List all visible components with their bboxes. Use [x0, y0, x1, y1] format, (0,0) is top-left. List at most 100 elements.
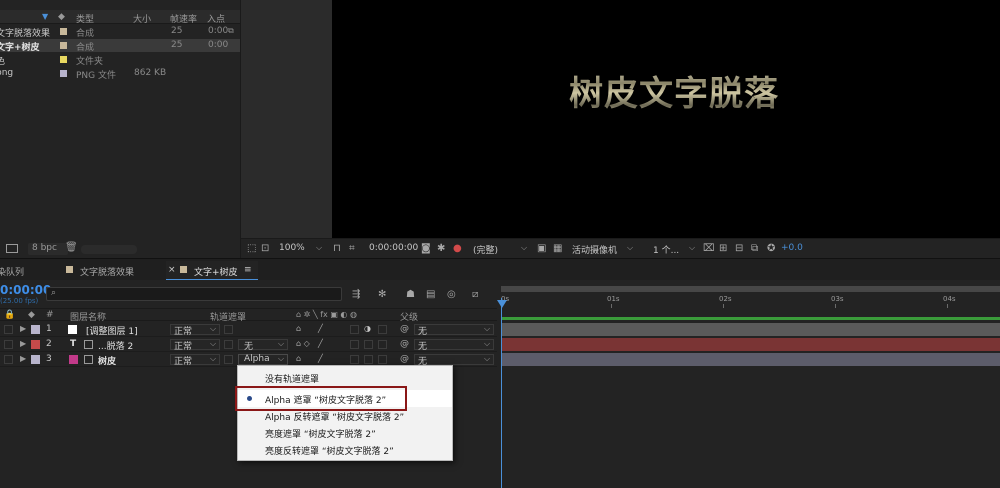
quality-switch-icon[interactable]: ╱	[318, 324, 323, 333]
transparency-grid-icon[interactable]: ▦	[553, 243, 562, 254]
snapshot-icon[interactable]: ◙	[421, 243, 431, 254]
layer-label-color[interactable]	[31, 340, 40, 349]
layer-name[interactable]: [调整图层 1]	[86, 324, 138, 337]
exposure-icon[interactable]: ✪	[767, 243, 775, 254]
playhead-handle[interactable]	[497, 300, 507, 308]
playhead-line[interactable]	[501, 298, 502, 488]
adjustment-switch-icon[interactable]: ◑	[364, 324, 371, 333]
fit-icon[interactable]: ⊓	[333, 243, 341, 254]
motion-blur-icon[interactable]: ◎	[447, 289, 456, 300]
chevron-down-icon[interactable]: ⌵	[521, 243, 527, 253]
motion-blur-switch[interactable]	[364, 355, 373, 364]
tab-render-queue[interactable]: 渲染队列	[0, 265, 24, 278]
pick-whip-icon[interactable]: @	[400, 339, 409, 349]
layer-label-color[interactable]	[31, 325, 40, 334]
column-fps[interactable]: 帧速率	[170, 12, 197, 25]
3d-switch[interactable]	[378, 325, 387, 334]
zoom-select[interactable]: 100%	[279, 243, 305, 253]
quality-switch-icon[interactable]: ╱	[318, 354, 323, 363]
chevron-down-icon[interactable]: ⌵	[627, 243, 633, 253]
layer-duration-bar[interactable]	[502, 323, 1000, 336]
layer-duration-bar[interactable]	[502, 338, 1000, 351]
chevron-down-icon[interactable]: ⌵	[689, 243, 695, 253]
pixel-aspect-icon[interactable]: ⌧	[703, 243, 715, 254]
always-preview-icon[interactable]: ⬚	[247, 243, 256, 254]
current-time[interactable]: 0:00:00:00	[369, 243, 418, 253]
preserve-transparency-switch[interactable]	[224, 325, 233, 334]
shy-switch-icon[interactable]: ⌂	[296, 354, 301, 363]
time-ruler[interactable]: 0s 01s 02s 03s 04s	[497, 286, 1000, 308]
pick-whip-icon[interactable]: @	[400, 354, 409, 364]
project-item[interactable]: 文字脱落效果 合成 25 0:00 ⧉	[0, 25, 240, 39]
visibility-switch[interactable]	[4, 325, 13, 334]
menu-item-no-matte[interactable]: 没有轨道遮罩	[238, 369, 452, 386]
draft-3d-icon[interactable]: ✻	[378, 289, 386, 300]
flowchart-icon[interactable]: ⧉	[751, 243, 758, 254]
chevron-down-icon[interactable]: ⌵	[316, 243, 322, 253]
tab-comp-1[interactable]: 文字脱落效果	[80, 265, 134, 278]
effects-switch[interactable]	[350, 325, 359, 334]
roi-icon[interactable]: ▣	[537, 243, 546, 254]
fast-previews-icon[interactable]: ⊞	[719, 243, 727, 254]
label-column-icon[interactable]: ◆	[28, 310, 35, 320]
shy-layers-icon[interactable]: ☗	[406, 289, 415, 300]
3d-switch[interactable]	[378, 355, 387, 364]
layer-label-color[interactable]	[31, 355, 40, 364]
views-select[interactable]: 1 个...	[653, 243, 679, 256]
column-type[interactable]: 类型	[76, 12, 94, 25]
safe-area-icon[interactable]: ⌗	[349, 243, 355, 254]
project-item-selected[interactable]: 文字+树皮 合成 25 0:00	[0, 39, 240, 53]
visibility-switch[interactable]	[4, 340, 13, 349]
channel-icon[interactable]: ●	[453, 243, 462, 254]
shy-switch-icon[interactable]: ⌂	[296, 324, 301, 333]
tab-comp-2[interactable]: 文字+树皮	[194, 265, 238, 278]
timeline-icon[interactable]: ⊟	[735, 243, 743, 254]
layer-row[interactable]: ▶ 2 T ...脱落 2 正常 ⌵ 无 ⌵ ⌂ ◇ ╱ @ 无 ⌵	[0, 337, 497, 352]
layer-name[interactable]: ...脱落 2	[98, 339, 133, 352]
exposure-value[interactable]: +0.0	[781, 243, 803, 253]
frame-blending-icon[interactable]: ▤	[426, 289, 435, 300]
region-icon[interactable]: ⊡	[261, 243, 269, 254]
composition-canvas[interactable]: 树皮文字脱落	[332, 0, 1000, 238]
layer-search-input[interactable]: ⌕	[46, 287, 342, 301]
sort-arrow-icon[interactable]: ▼	[42, 12, 48, 21]
visibility-switch[interactable]	[4, 355, 13, 364]
thumbnail-slider[interactable]	[81, 245, 137, 254]
column-size[interactable]: 大小	[133, 12, 151, 25]
pick-whip-icon[interactable]: @	[400, 324, 409, 334]
motion-blur-switch[interactable]	[364, 340, 373, 349]
graph-editor-icon[interactable]: ⧄	[472, 289, 478, 300]
layer-duration-bar[interactable]	[502, 353, 1000, 366]
show-snapshot-icon[interactable]: ✱	[437, 243, 445, 254]
comp-mini-flowchart-icon[interactable]: ⇶	[352, 289, 360, 300]
layer-name[interactable]: 树皮	[98, 354, 116, 367]
effects-switch[interactable]	[350, 340, 359, 349]
3d-switch[interactable]	[378, 340, 387, 349]
resolution-select[interactable]: (完整)	[473, 243, 498, 256]
shy-switch-icon[interactable]: ⌂ ◇	[296, 339, 310, 348]
project-item[interactable]: png PNG 文件 862 KB	[0, 67, 240, 81]
panel-menu-icon[interactable]: ≡	[244, 265, 252, 275]
work-area-bar[interactable]	[501, 286, 1000, 292]
preserve-transparency-switch[interactable]	[224, 355, 233, 364]
menu-item-luma-inverted-matte[interactable]: 亮度反转遮罩 “树皮文字脱落 2”	[238, 441, 452, 458]
ruler-tick	[835, 304, 836, 308]
preserve-transparency-switch[interactable]	[224, 340, 233, 349]
expand-triangle-icon[interactable]: ▶	[20, 339, 26, 348]
column-in[interactable]: 入点	[207, 12, 225, 25]
effects-switch[interactable]	[350, 355, 359, 364]
trash-icon[interactable]: 🗑	[65, 242, 78, 253]
timeline-current-time[interactable]: 0:00:00	[0, 283, 51, 297]
close-icon[interactable]: ×	[168, 265, 176, 275]
quality-switch-icon[interactable]: ╱	[318, 339, 323, 348]
lock-column-icon[interactable]: 🔒	[4, 310, 15, 320]
menu-item-luma-matte[interactable]: 亮度遮罩 “树皮文字脱落 2”	[238, 424, 452, 441]
expand-triangle-icon[interactable]: ▶	[20, 324, 26, 333]
layer-row[interactable]: ▶ 1 [调整图层 1] 正常 ⌵ ⌂ ╱ ◑ @ 无 ⌵	[0, 322, 497, 337]
label-tag-icon[interactable]: ◆	[58, 12, 65, 22]
expand-triangle-icon[interactable]: ▶	[20, 354, 26, 363]
project-item[interactable]: 色 文件夹	[0, 53, 240, 67]
interpret-footage-icon[interactable]	[6, 244, 18, 253]
camera-select[interactable]: 活动摄像机	[572, 243, 617, 256]
bpc-button[interactable]: 8 bpc	[28, 243, 68, 255]
